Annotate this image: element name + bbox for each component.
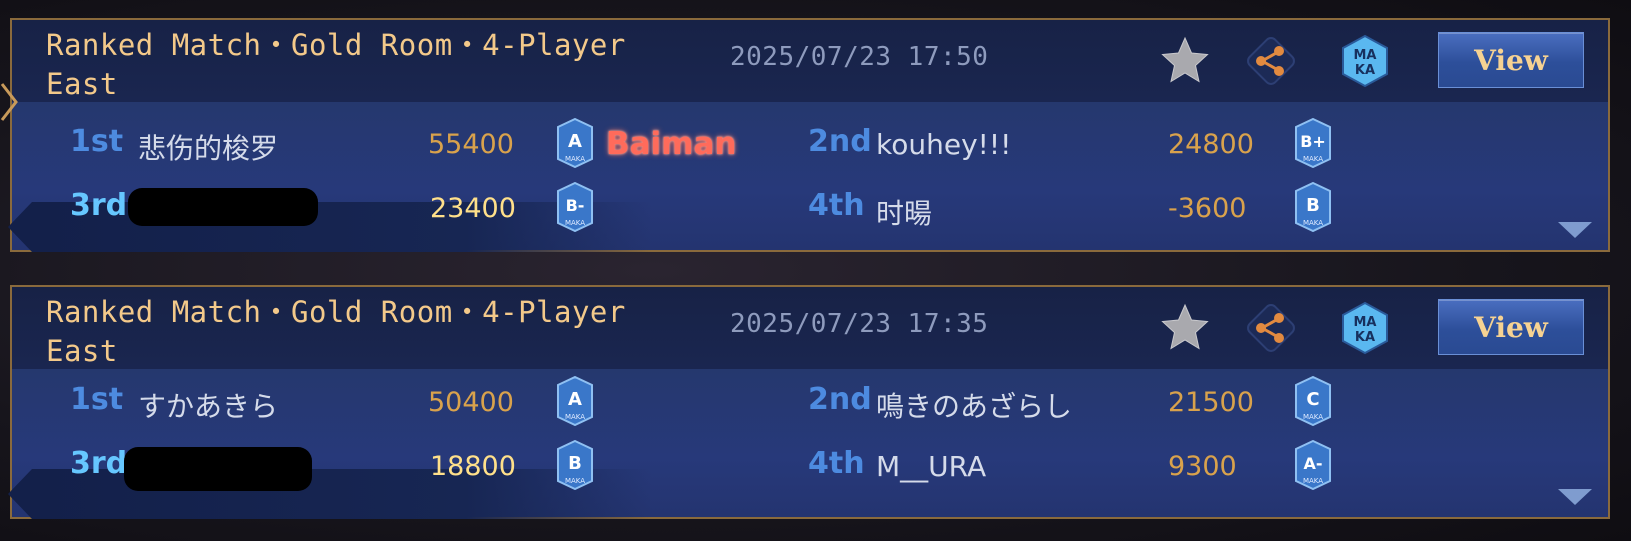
badge-letter: B-	[566, 196, 585, 215]
rank-label-self: 3rd	[70, 446, 128, 481]
player-score: 18800	[430, 451, 516, 482]
badge-letter: B	[568, 453, 582, 474]
rank-label: 1st	[70, 124, 124, 159]
rank-label-self: 3rd	[70, 188, 128, 223]
achievement-tag: Baiman	[606, 126, 737, 162]
match-datetime: 2025/07/23 17:50	[730, 42, 989, 72]
share-icon[interactable]	[1244, 34, 1298, 88]
rank-badge-icon: A MAKA	[557, 118, 593, 168]
player-score: -3600	[1168, 193, 1247, 224]
svg-text:MA: MA	[1354, 315, 1377, 330]
player-score: 55400	[428, 129, 514, 160]
badge-letter: B+	[1300, 132, 1326, 151]
maka-icon[interactable]: MA KA	[1338, 34, 1392, 88]
player-name: kouhey!!!	[876, 128, 1012, 161]
rank-badge-icon: A- MAKA	[1295, 440, 1331, 490]
match-title: Ranked Match・Gold Room・4-Player East	[46, 28, 626, 101]
maka-icon[interactable]: MA KA	[1338, 301, 1392, 355]
rank-badge-icon: B MAKA	[1295, 182, 1331, 232]
star-icon[interactable]	[1158, 34, 1212, 88]
badge-sub: MAKA	[565, 413, 585, 421]
badge-sub: MAKA	[565, 155, 585, 163]
badge-letter: A	[568, 389, 582, 410]
badge-sub: MAKA	[1303, 155, 1323, 163]
badge-letter: A	[568, 131, 582, 152]
badge-letter: A-	[1303, 454, 1322, 473]
rank-badge-icon: A MAKA	[557, 376, 593, 426]
star-icon[interactable]	[1158, 301, 1212, 355]
badge-letter: C	[1306, 389, 1319, 410]
badge-letter: B	[1306, 195, 1320, 216]
rank-badge-icon: B+ MAKA	[1295, 118, 1331, 168]
rank-label: 2nd	[808, 124, 872, 159]
rank-badge-icon: C MAKA	[1295, 376, 1331, 426]
match-header: Ranked Match・Gold Room・4-Player East 202…	[12, 287, 1608, 369]
share-icon[interactable]	[1244, 301, 1298, 355]
svg-text:KA: KA	[1355, 330, 1375, 345]
view-button[interactable]: View	[1438, 299, 1584, 355]
match-title: Ranked Match・Gold Room・4-Player East	[46, 295, 626, 368]
side-arrow-icon	[0, 83, 18, 121]
svg-text:MA: MA	[1354, 48, 1377, 63]
rank-label: 1st	[70, 382, 124, 417]
player-score: 23400	[430, 193, 516, 224]
player-name: 悲伤的梭罗	[138, 132, 279, 165]
badge-sub: MAKA	[1303, 477, 1323, 485]
player-name: すかあきら	[138, 390, 279, 423]
rank-badge-icon: B- MAKA	[557, 182, 593, 232]
rank-label: 2nd	[808, 382, 872, 417]
player-score: 24800	[1168, 129, 1254, 160]
rank-label: 4th	[808, 188, 865, 223]
badge-sub: MAKA	[1303, 413, 1323, 421]
view-button[interactable]: View	[1438, 32, 1584, 88]
svg-text:KA: KA	[1355, 63, 1375, 78]
player-score: 21500	[1168, 387, 1254, 418]
player-score: 9300	[1168, 451, 1237, 482]
match-datetime: 2025/07/23 17:35	[730, 309, 989, 339]
badge-sub: MAKA	[565, 219, 585, 227]
match-header: Ranked Match・Gold Room・4-Player East 202…	[12, 20, 1608, 102]
badge-sub: MAKA	[1303, 219, 1323, 227]
player-name: 鳴きのあざらし	[876, 390, 1073, 423]
expand-chevron-icon[interactable]	[1558, 489, 1592, 507]
badge-sub: MAKA	[565, 477, 585, 485]
rank-badge-icon: B MAKA	[557, 440, 593, 490]
match-card[interactable]: Ranked Match・Gold Room・4-Player East 202…	[8, 18, 1610, 252]
rank-label: 4th	[808, 446, 865, 481]
expand-chevron-icon[interactable]	[1558, 222, 1592, 240]
redacted-name	[128, 188, 318, 226]
player-name: M__URA	[876, 450, 987, 483]
player-score: 50400	[428, 387, 514, 418]
match-card[interactable]: Ranked Match・Gold Room・4-Player East 202…	[8, 285, 1610, 519]
redacted-name	[124, 447, 312, 491]
player-name: 时暘	[876, 197, 933, 230]
